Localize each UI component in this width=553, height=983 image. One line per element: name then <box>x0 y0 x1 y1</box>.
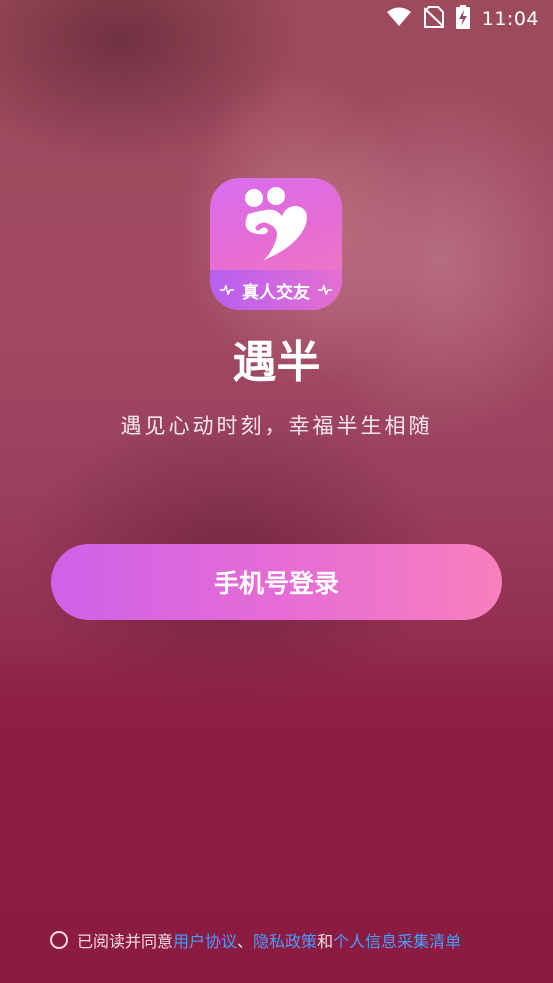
agreement-conjunction: 和 <box>317 932 334 951</box>
wifi-icon <box>386 7 412 31</box>
logo-band: 真人交友 <box>210 270 342 310</box>
app-slogan: 遇见心动时刻，幸福半生相随 <box>120 414 433 438</box>
pulse-wave-icon <box>318 285 332 295</box>
privacy-policy-link[interactable]: 隐私政策 <box>253 928 317 952</box>
status-bar: 11:04 <box>0 0 553 38</box>
no-sim-icon <box>423 6 445 32</box>
logo-band-text: 真人交友 <box>242 282 310 303</box>
app-name: 遇半 <box>232 337 321 388</box>
user-agreement-link[interactable]: 用户协议 <box>173 928 237 952</box>
phone-login-button[interactable]: 手机号登录 <box>51 544 502 620</box>
heart-icon <box>236 184 316 272</box>
agreement-checkbox[interactable] <box>50 931 68 949</box>
agreement-separator: 、 <box>237 932 254 951</box>
pulse-wave-icon <box>220 285 234 295</box>
agreement-row: 已阅读并同意 用户协议 、 隐私政策 和 个人信息采集清单 <box>50 928 461 952</box>
app-logo: 真人交友 <box>210 178 342 310</box>
status-time: 11:04 <box>481 8 539 30</box>
personal-info-list-link[interactable]: 个人信息采集清单 <box>333 928 461 952</box>
battery-charging-icon <box>455 5 470 33</box>
agreement-prefix: 已阅读并同意 <box>77 932 174 951</box>
